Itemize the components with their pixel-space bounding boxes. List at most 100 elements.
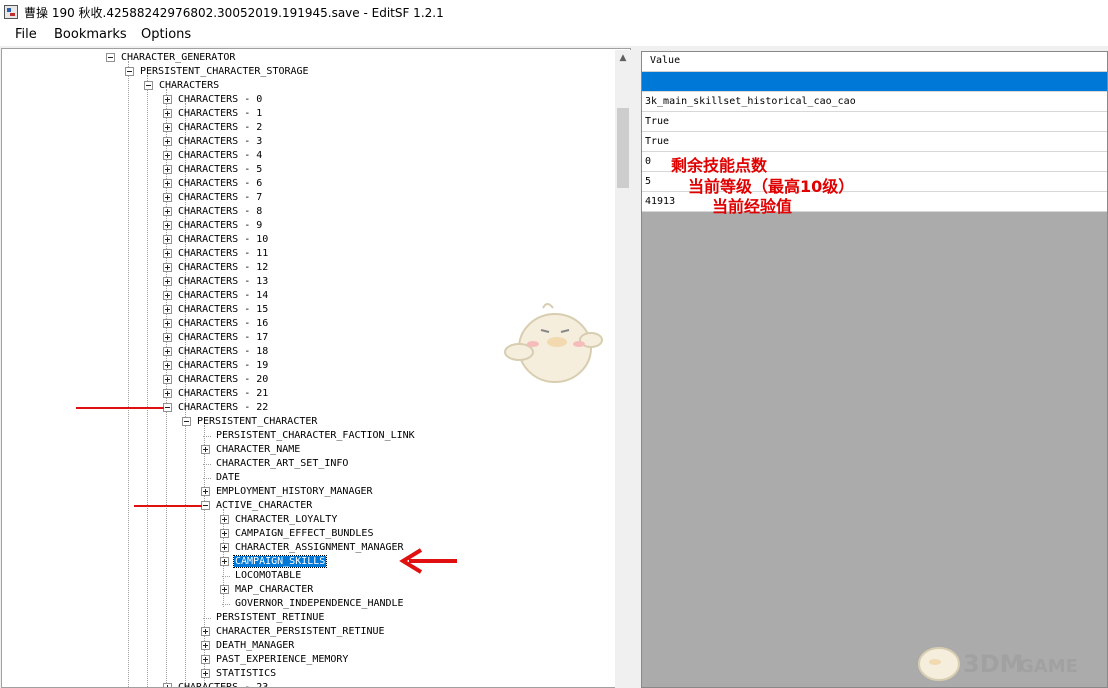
expand-plus-icon[interactable] xyxy=(220,557,229,566)
scroll-up-arrow-icon[interactable]: ▲ xyxy=(615,50,631,66)
tree-node[interactable]: DATE xyxy=(203,471,241,485)
expand-plus-icon[interactable] xyxy=(163,193,172,202)
expand-plus-icon[interactable] xyxy=(163,179,172,188)
tree-node[interactable]: CHARACTERS - 23 xyxy=(163,681,269,687)
grid-cell-value[interactable]: 0 xyxy=(645,156,651,167)
tree-node[interactable]: DEATH_MANAGER xyxy=(201,639,295,653)
tree-node[interactable]: CHARACTERS - 17 xyxy=(163,331,269,345)
expand-plus-icon[interactable] xyxy=(163,683,172,687)
expand-plus-icon[interactable] xyxy=(163,389,172,398)
expand-plus-icon[interactable] xyxy=(201,641,210,650)
expand-plus-icon[interactable] xyxy=(163,95,172,104)
grid-row[interactable] xyxy=(642,72,1108,92)
collapse-minus-icon[interactable] xyxy=(163,403,172,412)
tree-node[interactable]: CAMPAIGN_SKILLS xyxy=(220,555,328,569)
tree-node[interactable]: PERSISTENT_RETINUE xyxy=(203,611,325,625)
tree-node[interactable]: CHARACTER_PERSISTENT_RETINUE xyxy=(201,625,386,639)
tree-node[interactable]: CHARACTERS - 19 xyxy=(163,359,269,373)
grid-cell-value[interactable]: 41913 xyxy=(645,196,675,207)
tree-node[interactable]: CHARACTERS - 7 xyxy=(163,191,263,205)
expand-plus-icon[interactable] xyxy=(163,375,172,384)
expand-plus-icon[interactable] xyxy=(163,319,172,328)
tree-node[interactable]: PERSISTENT_CHARACTER_STORAGE xyxy=(125,65,310,79)
tree-node[interactable]: PERSISTENT_CHARACTER_FACTION_LINK xyxy=(203,429,416,443)
tree-node[interactable]: PAST_EXPERIENCE_MEMORY xyxy=(201,653,349,667)
grid-cell-value[interactable]: True xyxy=(645,116,669,127)
grid-row[interactable]: 3k_main_skillset_historical_cao_cao xyxy=(642,92,1108,112)
expand-plus-icon[interactable] xyxy=(163,249,172,258)
tree-node[interactable]: CHARACTERS - 12 xyxy=(163,261,269,275)
value-grid[interactable]: Value 3k_main_skillset_historical_cao_ca… xyxy=(642,52,1108,688)
tree-node[interactable]: CHARACTER_GENERATOR xyxy=(106,51,236,65)
tree-node[interactable]: CHARACTERS - 13 xyxy=(163,275,269,289)
expand-plus-icon[interactable] xyxy=(163,333,172,342)
grid-header-value[interactable]: Value xyxy=(642,52,1108,72)
expand-plus-icon[interactable] xyxy=(163,305,172,314)
grid-row[interactable]: True xyxy=(642,112,1108,132)
tree-node[interactable]: CHARACTERS - 14 xyxy=(163,289,269,303)
expand-plus-icon[interactable] xyxy=(163,207,172,216)
expand-plus-icon[interactable] xyxy=(163,165,172,174)
expand-plus-icon[interactable] xyxy=(163,123,172,132)
tree-node[interactable]: CHARACTER_ASSIGNMENT_MANAGER xyxy=(220,541,405,555)
tree-node[interactable]: CHARACTERS - 15 xyxy=(163,303,269,317)
tree-node[interactable]: EMPLOYMENT_HISTORY_MANAGER xyxy=(201,485,374,499)
expand-plus-icon[interactable] xyxy=(201,655,210,664)
tree-node[interactable]: CHARACTERS - 3 xyxy=(163,135,263,149)
grid-cell-value[interactable]: True xyxy=(645,136,669,147)
tree-node[interactable]: MAP_CHARACTER xyxy=(220,583,314,597)
grid-cell-value[interactable]: 3k_main_skillset_historical_cao_cao xyxy=(645,96,856,107)
expand-plus-icon[interactable] xyxy=(163,361,172,370)
menu-options[interactable]: Options xyxy=(141,27,191,42)
tree-node[interactable]: CHARACTERS - 10 xyxy=(163,233,269,247)
expand-plus-icon[interactable] xyxy=(201,669,210,678)
tree-node[interactable]: CHARACTERS - 6 xyxy=(163,177,263,191)
tree-node[interactable]: CHARACTERS - 18 xyxy=(163,345,269,359)
tree-node[interactable]: CAMPAIGN_EFFECT_BUNDLES xyxy=(220,527,374,541)
tree-node[interactable]: GOVERNOR_INDEPENDENCE_HANDLE xyxy=(222,597,405,611)
collapse-minus-icon[interactable] xyxy=(182,417,191,426)
tree-node[interactable]: CHARACTERS - 9 xyxy=(163,219,263,233)
tree-node[interactable]: CHARACTER_NAME xyxy=(201,443,301,457)
tree-node[interactable]: CHARACTERS - 16 xyxy=(163,317,269,331)
tree-node[interactable]: CHARACTER_ART_SET_INFO xyxy=(203,457,349,471)
expand-plus-icon[interactable] xyxy=(220,515,229,524)
collapse-minus-icon[interactable] xyxy=(144,81,153,90)
tree-node[interactable]: CHARACTERS - 2 xyxy=(163,121,263,135)
tree-node[interactable]: CHARACTERS - 1 xyxy=(163,107,263,121)
tree-node[interactable]: CHARACTERS - 22 xyxy=(163,401,269,415)
expand-plus-icon[interactable] xyxy=(163,109,172,118)
tree-node[interactable]: CHARACTER_LOYALTY xyxy=(220,513,338,527)
collapse-minus-icon[interactable] xyxy=(106,53,115,62)
tree-node[interactable]: CHARACTERS - 21 xyxy=(163,387,269,401)
tree-node[interactable]: CHARACTERS - 5 xyxy=(163,163,263,177)
tree-node[interactable]: CHARACTERS xyxy=(144,79,220,93)
menu-bookmarks[interactable]: Bookmarks xyxy=(54,27,127,42)
expand-plus-icon[interactable] xyxy=(201,487,210,496)
grid-row[interactable]: True xyxy=(642,132,1108,152)
tree-node[interactable]: CHARACTERS - 0 xyxy=(163,93,263,107)
expand-plus-icon[interactable] xyxy=(163,277,172,286)
tree-node[interactable]: ACTIVE_CHARACTER xyxy=(201,499,313,513)
tree-node[interactable]: STATISTICS xyxy=(201,667,277,681)
tree-scrollbar-thumb[interactable] xyxy=(617,108,629,188)
expand-plus-icon[interactable] xyxy=(163,137,172,146)
tree-node[interactable]: CHARACTERS - 4 xyxy=(163,149,263,163)
collapse-minus-icon[interactable] xyxy=(201,501,210,510)
menu-file[interactable]: File xyxy=(15,27,37,42)
expand-plus-icon[interactable] xyxy=(163,291,172,300)
expand-plus-icon[interactable] xyxy=(201,445,210,454)
tree-node[interactable]: CHARACTERS - 8 xyxy=(163,205,263,219)
expand-plus-icon[interactable] xyxy=(163,235,172,244)
expand-plus-icon[interactable] xyxy=(163,221,172,230)
tree-node[interactable]: LOCOMOTABLE xyxy=(222,569,302,583)
grid-cell-value[interactable]: 5 xyxy=(645,176,651,187)
expand-plus-icon[interactable] xyxy=(163,151,172,160)
expand-plus-icon[interactable] xyxy=(163,263,172,272)
tree-node[interactable]: CHARACTERS - 20 xyxy=(163,373,269,387)
collapse-minus-icon[interactable] xyxy=(125,67,134,76)
expand-plus-icon[interactable] xyxy=(163,347,172,356)
expand-plus-icon[interactable] xyxy=(220,529,229,538)
expand-plus-icon[interactable] xyxy=(220,543,229,552)
expand-plus-icon[interactable] xyxy=(220,585,229,594)
